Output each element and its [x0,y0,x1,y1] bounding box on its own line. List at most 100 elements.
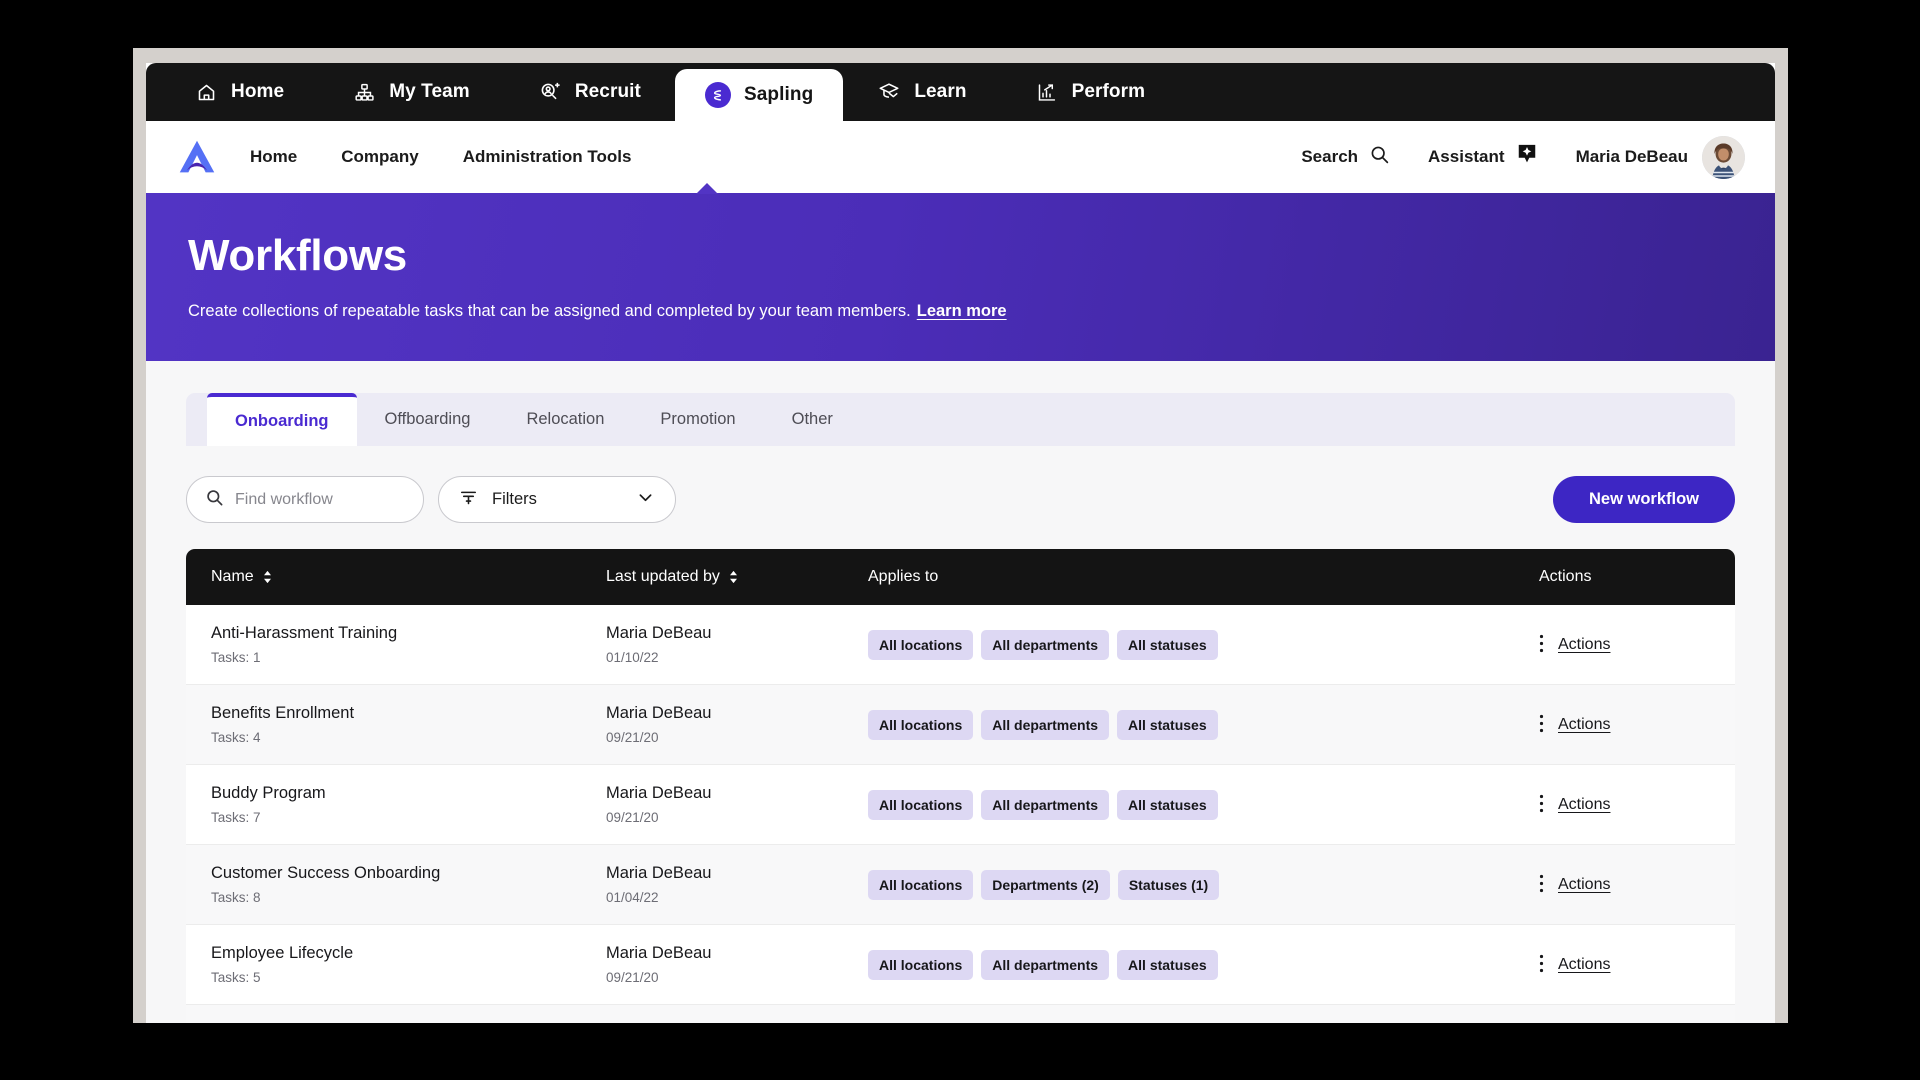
page-hero: Workflows Create collections of repeatab… [146,193,1775,361]
page-viewport: Home My Team [146,63,1775,1023]
row-actions-link[interactable]: Actions [1558,636,1610,654]
tab-offboarding[interactable]: Offboarding [357,393,499,446]
learn-more-link[interactable]: Learn more [917,302,1007,320]
column-header-applies-to: Applies to [868,568,1525,586]
cell-name: Buddy Program Tasks: 7 [186,784,606,825]
arrow-chevron-logo[interactable] [174,134,220,180]
avatar[interactable] [1702,136,1745,179]
more-vertical-icon[interactable] [1539,714,1544,736]
workflow-name: Buddy Program [211,784,606,803]
cell-actions: Actions [1525,634,1735,656]
tab-relocation[interactable]: Relocation [498,393,632,446]
column-header-actions: Actions [1525,568,1735,586]
chevron-down-icon [636,488,655,512]
topnav-label: Perform [1072,81,1146,103]
subnav-link-company[interactable]: Company [341,147,418,167]
row-actions-link[interactable]: Actions [1558,716,1610,734]
applies-to-chip: All departments [981,710,1109,740]
cell-actions: Actions [1525,714,1735,736]
updated-date: 09/21/20 [606,810,868,825]
cell-last-updated-by: Maria DeBeau 09/21/20 [606,704,868,745]
updated-by-name: Maria DeBeau [606,784,868,803]
tab-onboarding[interactable]: Onboarding [207,393,357,446]
topnav-item-recruit[interactable]: Recruit [504,63,675,121]
workflow-task-count: Tasks: 7 [211,810,606,825]
more-vertical-icon[interactable] [1539,874,1544,896]
sort-icon[interactable] [262,570,273,584]
assistant-label: Assistant [1428,147,1505,167]
subnav-link-administration-tools[interactable]: Administration Tools [463,147,632,167]
column-header-last-updated-by-label: Last updated by [606,568,720,586]
secondary-nav-bar: Home Company Administration Tools Search… [146,121,1775,193]
cell-applies-to: All locationsAll departmentsAll statuses [868,950,1525,980]
topnav-item-sapling[interactable]: Sapling [675,69,843,121]
search-icon [1369,144,1390,170]
row-actions-link[interactable]: Actions [1558,796,1610,814]
more-vertical-icon[interactable] [1539,954,1544,976]
page-subtitle-text: Create collections of repeatable tasks t… [188,302,911,320]
cell-applies-to: All locationsAll departmentsAll statuses [868,710,1525,740]
topnav-item-learn[interactable]: Learn [843,63,1000,121]
topnav-item-perform[interactable]: Perform [1001,63,1180,121]
workflow-task-count: Tasks: 8 [211,890,606,905]
secondary-nav-right: Search Assistant [1301,136,1745,179]
table-row[interactable]: IT New Hire Onboarding Maria DeBeau All … [186,1005,1735,1023]
search-input[interactable] [235,491,405,509]
table-row[interactable]: Anti-Harassment Training Tasks: 1 Maria … [186,605,1735,685]
assistant-button[interactable]: Assistant [1428,143,1538,172]
table-body: Anti-Harassment Training Tasks: 1 Maria … [186,605,1735,1023]
org-chart-icon [352,80,376,104]
topnav-item-my-team[interactable]: My Team [318,63,504,121]
applies-to-chip: Departments (2) [981,870,1110,900]
cell-last-updated-by: Maria DeBeau 01/10/22 [606,624,868,665]
cell-applies-to: All locationsAll departmentsAll statuses [868,630,1525,660]
updated-by-name: Maria DeBeau [606,864,868,883]
workflow-task-count: Tasks: 5 [211,970,606,985]
graduation-cap-icon [877,80,901,104]
column-header-name[interactable]: Name [186,568,606,586]
sapling-logo-icon [705,82,731,108]
applies-to-chip: All locations [868,710,973,740]
column-header-name-label: Name [211,568,254,586]
search-icon [205,488,224,512]
applies-to-chip: All locations [868,870,973,900]
applies-to-chip: All statuses [1117,790,1218,820]
cell-name: Anti-Harassment Training Tasks: 1 [186,624,606,665]
applies-to-chip: All locations [868,790,973,820]
table-row[interactable]: Customer Success Onboarding Tasks: 8 Mar… [186,845,1735,925]
search-button[interactable]: Search [1301,144,1390,170]
cell-name: Benefits Enrollment Tasks: 4 [186,704,606,745]
row-actions-link[interactable]: Actions [1558,876,1610,894]
row-actions-link[interactable]: Actions [1558,956,1610,974]
workflow-category-tabs: Onboarding Offboarding Relocation Promot… [186,393,1735,446]
updated-by-name: Maria DeBeau [606,944,868,963]
cell-actions: Actions [1525,954,1735,976]
table-row[interactable]: Benefits Enrollment Tasks: 4 Maria DeBea… [186,685,1735,765]
user-menu[interactable]: Maria DeBeau [1576,136,1745,179]
cell-name: Customer Success Onboarding Tasks: 8 [186,864,606,905]
table-row[interactable]: Employee Lifecycle Tasks: 5 Maria DeBeau… [186,925,1735,1005]
table-toolbar: Filters New workflow [186,446,1735,549]
workflow-task-count: Tasks: 1 [211,650,606,665]
tab-other[interactable]: Other [764,393,861,446]
find-workflow-field[interactable] [186,476,424,523]
home-icon [194,80,218,104]
filter-icon [459,488,478,512]
applies-to-chip: Statuses (1) [1118,870,1219,900]
more-vertical-icon[interactable] [1539,634,1544,656]
topnav-item-home[interactable]: Home [160,63,318,121]
column-header-last-updated-by[interactable]: Last updated by [606,568,868,586]
table-row[interactable]: Buddy Program Tasks: 7 Maria DeBeau 09/2… [186,765,1735,845]
new-workflow-button[interactable]: New workflow [1553,476,1735,523]
chart-arrow-icon [1035,80,1059,104]
filters-dropdown[interactable]: Filters [438,476,676,523]
more-vertical-icon[interactable] [1539,794,1544,816]
tab-promotion[interactable]: Promotion [632,393,763,446]
topnav-label: Learn [914,81,966,103]
subnav-link-home[interactable]: Home [250,147,297,167]
workflows-table: Name Last updated by Applies to [186,549,1735,1023]
applies-to-chip: All statuses [1117,630,1218,660]
sort-icon[interactable] [728,570,739,584]
workflow-name: Anti-Harassment Training [211,624,606,643]
workflow-name: Benefits Enrollment [211,704,606,723]
